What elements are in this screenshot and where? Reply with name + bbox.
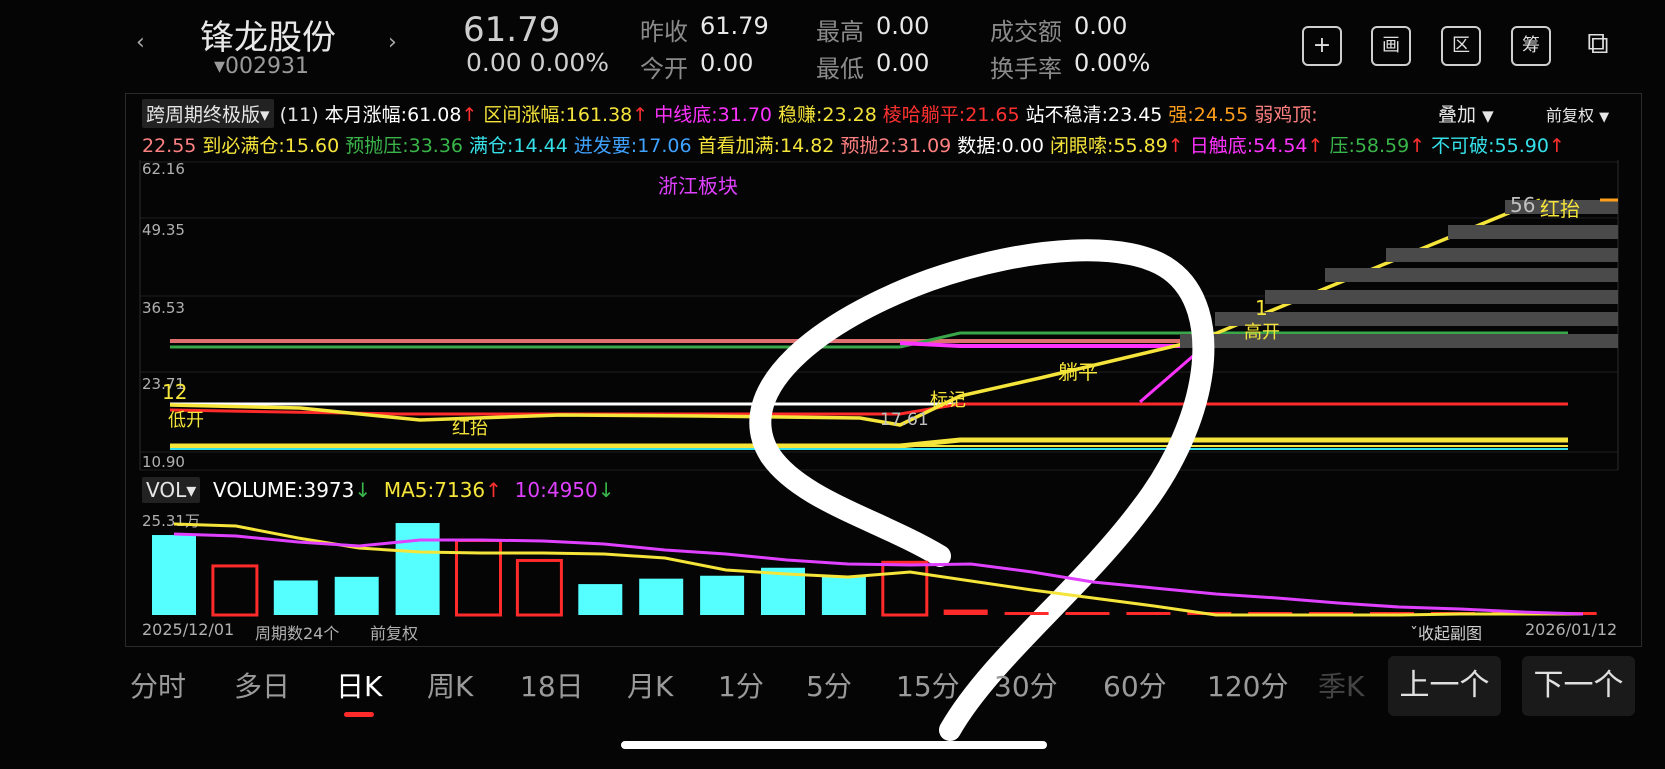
volume-bar [211,564,259,617]
collapse-subchart-button[interactable]: ˇ收起副图 [1410,620,1482,644]
annotation-flat: 躺平 [1058,360,1098,384]
timeframe-tab[interactable]: 分时 [130,665,186,705]
start-date: 2025/12/01 [142,620,235,639]
annotation-high-open: 高开 [1244,322,1280,343]
price-chart[interactable] [0,0,1665,769]
volume-header: VOL▾ VOLUME:3973↓ MA5:7136↑ 10:4950↓ [142,477,615,503]
timeframe-tab[interactable]: 15分 [896,665,960,705]
y-tick: 62.16 [142,160,185,178]
volume-selector-label: VOL [146,478,187,502]
volume-bar [943,609,988,615]
hand-drawn-stroke [749,239,1215,741]
y-tick: 10.90 [142,453,185,471]
volume-bar [881,560,929,617]
volume-value: VOLUME:3973 [212,478,355,502]
profile-bar [1386,248,1618,262]
chevron-down-icon: ▾ [186,478,197,502]
timeframe-tab[interactable]: 120分 [1207,665,1288,705]
timeframe-tab[interactable]: 18日 [520,665,584,705]
volume-bar [334,576,379,615]
up-arrow-icon: ↑ [485,478,502,502]
end-date: 2026/01/12 [1525,620,1618,639]
volume-bar [821,575,866,615]
adjust-footer: 前复权 [370,624,419,643]
volume-bar [578,584,623,615]
collapse-label: 收起副图 [1418,624,1483,643]
next-button[interactable]: 下一个 [1522,656,1635,716]
timeframe-tab[interactable]: 60分 [1103,665,1167,705]
volume-selector[interactable]: VOL▾ [142,477,201,503]
volume-bar [1065,612,1110,615]
active-tab-indicator [344,712,374,717]
annotation-sector: 浙江板块 [658,174,738,198]
volume-bar [639,578,684,615]
timeframe-tab[interactable]: 5分 [806,665,852,705]
y-tick: 36.53 [142,299,185,317]
y-tick: 49.35 [142,221,185,239]
down-arrow-icon: ↓ [354,478,372,502]
annotation-12: 12 [162,380,188,404]
annotation-red-lift: 红抬 [452,418,488,439]
down-arrow-icon: ↓ [597,478,615,502]
annotation-low-price: 17.61 [880,410,929,430]
annotation-56: 56 [1510,193,1536,217]
volume-bar [700,575,745,615]
timeframe-tab[interactable]: 季K [1318,665,1388,705]
volume-bar [152,535,196,615]
timeframe-tab[interactable]: 多日 [234,665,290,705]
profile-bar [1265,290,1618,304]
volume-bar [395,523,440,615]
volume-bar [515,558,563,617]
volume-bar [273,580,318,615]
timeframe-tab[interactable]: 月K [627,665,673,705]
volume-chart[interactable] [140,508,1620,618]
profile-bar [1325,268,1618,282]
annotation-mark: 标记 [930,390,966,411]
ma10-value: 10:4950 [514,478,598,502]
annotation-1: 1 [1255,296,1268,320]
timeframe-tab[interactable]: 30分 [994,665,1058,705]
chevron-down-icon: ˇ [1410,624,1418,643]
annotation-low-open: 低开 [168,410,204,431]
timeframe-tab[interactable]: 日K [336,665,382,705]
volume-bar [1004,612,1049,615]
period-count: 周期数24个 [255,624,340,643]
ma5-line [173,522,1583,617]
timeframe-tab[interactable]: 周K [427,665,473,705]
timeframe-tab[interactable]: 1分 [718,665,764,705]
prev-button[interactable]: 上一个 [1388,656,1501,716]
ma5-value: MA5:7136 [383,478,486,502]
profile-bar [1448,225,1618,239]
volume-bar [1126,612,1171,615]
annotation-red-lift-2: 红抬 [1540,197,1580,221]
